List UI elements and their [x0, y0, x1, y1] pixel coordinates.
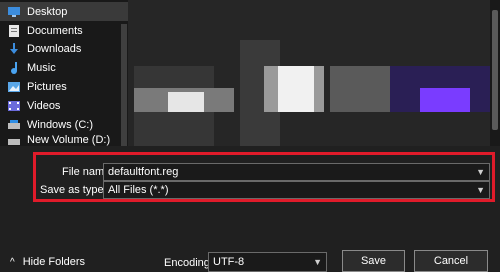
content-scrollbar[interactable]: [490, 0, 500, 146]
sidebar-item-label: Pictures: [27, 80, 67, 93]
encoding-value: UTF-8: [213, 256, 245, 268]
sidebar-item-new-volume-d[interactable]: New Volume (D:): [6, 134, 110, 146]
hide-folders-label: Hide Folders: [22, 256, 86, 268]
sidebar-item-label: New Volume (D:): [27, 134, 111, 146]
hide-folders-toggle[interactable]: ^ Hide Folders: [10, 256, 85, 268]
sidebar-item-windows-c[interactable]: Windows (C:): [6, 115, 93, 134]
encoding-select[interactable]: UTF-8 ▼: [208, 252, 327, 272]
scrollbar-thumb[interactable]: [492, 10, 498, 130]
highlight-box: [33, 152, 495, 202]
encoding-label: Encoding:: [164, 257, 213, 269]
drive-icon: [6, 118, 21, 132]
navigation-pane: Desktop Documents Downloads Music Pictur…: [0, 0, 128, 146]
sidebar-item-videos[interactable]: Videos: [6, 96, 60, 115]
sidebar-item-label: Documents: [27, 24, 83, 37]
sidebar-item-label: Music: [27, 61, 56, 74]
drive-icon: [6, 134, 21, 146]
pictures-icon: [6, 80, 21, 94]
sidebar-item-label: Desktop: [27, 5, 68, 18]
videos-icon: [6, 99, 21, 113]
desktop-icon: [6, 5, 21, 19]
save-button[interactable]: Save: [342, 250, 405, 272]
sidebar-item-label: Videos: [27, 99, 61, 112]
pixel-block: [420, 88, 470, 112]
pixel-block: [278, 66, 314, 112]
sidebar-item-music[interactable]: Music: [6, 58, 56, 77]
chevron-down-icon[interactable]: ▼: [313, 253, 322, 271]
chevron-up-icon: ^: [10, 256, 15, 268]
pixel-block: [330, 66, 390, 112]
documents-icon: [6, 24, 21, 38]
downloads-icon: [6, 42, 21, 56]
sidebar-item-documents[interactable]: Documents: [6, 21, 83, 40]
sidebar-item-label: Windows (C:): [27, 118, 94, 131]
sidebar-item-pictures[interactable]: Pictures: [6, 77, 67, 96]
cancel-button[interactable]: Cancel: [414, 250, 488, 272]
sidebar-item-downloads[interactable]: Downloads: [6, 39, 81, 58]
file-list-area[interactable]: [128, 0, 500, 146]
sidebar-scrollbar[interactable]: [121, 24, 127, 146]
music-icon: [6, 61, 21, 75]
sidebar-item-desktop[interactable]: Desktop: [0, 2, 128, 21]
pixel-block: [168, 92, 204, 112]
sidebar-item-label: Downloads: [27, 42, 82, 55]
